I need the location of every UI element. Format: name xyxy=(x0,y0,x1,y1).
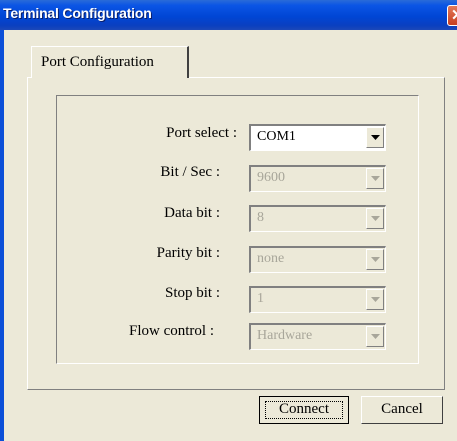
port-select-value: COM1 xyxy=(257,129,296,144)
tab-port-configuration[interactable]: Port Configuration xyxy=(31,46,189,78)
dropdown-button[interactable] xyxy=(366,168,384,189)
bit-sec-value: 9600 xyxy=(257,170,285,185)
flow-control-label: Flow control : xyxy=(129,323,214,339)
dropdown-button[interactable] xyxy=(366,289,384,310)
port-select-label: Port select : xyxy=(166,125,237,141)
parity-bit-value: none xyxy=(257,251,285,266)
stop-bit-value: 1 xyxy=(257,291,264,306)
chevron-down-icon xyxy=(371,257,380,262)
chevron-down-icon xyxy=(371,297,380,302)
data-bit-dropdown[interactable]: 8 xyxy=(249,205,386,232)
tab-label: Port Configuration xyxy=(41,54,154,70)
chevron-down-icon xyxy=(371,135,380,140)
dropdown-button[interactable] xyxy=(366,249,384,270)
chevron-down-icon xyxy=(371,176,380,181)
close-button[interactable]: ✕ xyxy=(447,5,457,26)
port-select-dropdown[interactable]: COM1 xyxy=(249,124,386,151)
cancel-button-label: Cancel xyxy=(381,401,423,417)
connect-button[interactable]: Connect xyxy=(259,396,349,424)
data-bit-value: 8 xyxy=(257,210,264,225)
window-title: Terminal Configuration xyxy=(3,5,152,21)
parity-bit-dropdown[interactable]: none xyxy=(249,246,386,273)
data-bit-label: Data bit : xyxy=(164,205,220,221)
dropdown-button[interactable] xyxy=(366,127,384,148)
connect-button-label: Connect xyxy=(279,401,329,417)
chevron-down-icon xyxy=(371,334,380,339)
title-bar[interactable]: Terminal Configuration ✕ xyxy=(0,0,457,30)
close-icon: ✕ xyxy=(451,6,457,24)
bit-sec-dropdown[interactable]: 9600 xyxy=(249,165,386,192)
dropdown-button[interactable] xyxy=(366,326,384,347)
parity-bit-label: Parity bit : xyxy=(156,245,220,261)
flow-control-dropdown[interactable]: Hardware xyxy=(249,323,386,350)
stop-bit-dropdown[interactable]: 1 xyxy=(249,286,386,313)
window-frame xyxy=(0,30,4,441)
bit-sec-label: Bit / Sec : xyxy=(160,164,220,180)
chevron-down-icon xyxy=(371,216,380,221)
flow-control-value: Hardware xyxy=(257,328,313,343)
dialog-window: Terminal Configuration ✕ Port Configurat… xyxy=(0,0,457,441)
stop-bit-label: Stop bit : xyxy=(164,285,220,301)
cancel-button[interactable]: Cancel xyxy=(361,396,443,424)
dropdown-button[interactable] xyxy=(366,208,384,229)
